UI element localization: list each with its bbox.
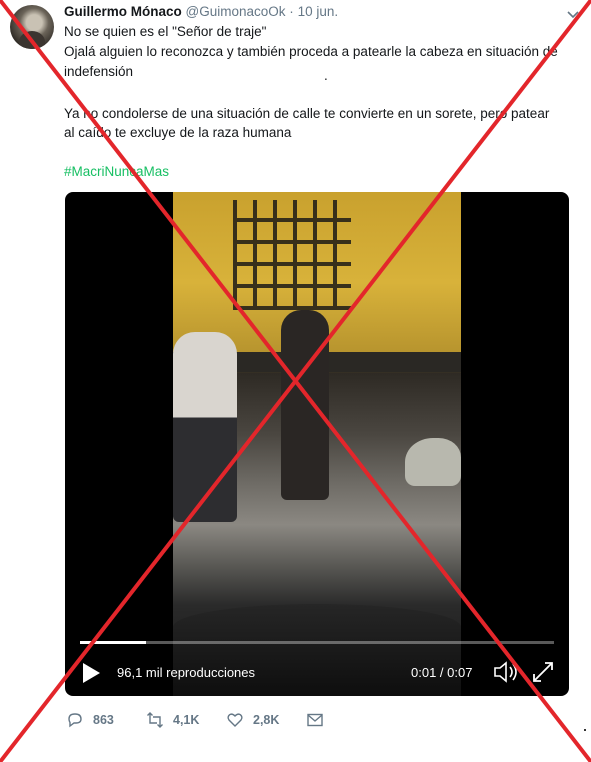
tweet-text-line-3: indefensión: [64, 64, 134, 79]
tweet-text-line-2: Ojalá alguien lo reconozca y también pro…: [64, 44, 558, 59]
display-name[interactable]: Guillermo Mónaco: [64, 4, 182, 19]
handle[interactable]: @GuimonacoOk: [186, 4, 286, 19]
tweet: Guillermo Mónaco @GuimonacoOk · 10 jun. …: [0, 0, 591, 762]
video-frame: [173, 192, 461, 696]
retweet-button[interactable]: 4,1K: [146, 710, 199, 730]
message-icon: [307, 713, 323, 727]
separator: ·: [289, 4, 294, 19]
window-grill: [233, 200, 351, 310]
volume-icon[interactable]: [493, 660, 519, 684]
tweet-text-line-1: No se quien es el "Señor de traje": [64, 24, 267, 39]
tweet-text-line-4: Ya no condolerse de una situación de cal…: [64, 106, 550, 121]
fullscreen-icon[interactable]: [531, 660, 555, 684]
avatar[interactable]: [10, 5, 54, 49]
person-on-ground: [405, 438, 461, 486]
reply-icon: [68, 713, 82, 728]
view-count: 96,1 mil reproducciones: [117, 665, 256, 680]
tweet-text-dot: .: [324, 68, 328, 83]
stray-mark: [584, 729, 586, 731]
reply-button[interactable]: 863: [66, 710, 114, 730]
person-suit: [281, 310, 329, 500]
like-count: 2,8K: [253, 713, 280, 727]
tweet-text-line-5: al caído te excluye de la raza humana: [64, 125, 292, 140]
retweet-icon: [147, 712, 163, 728]
retweet-count: 4,1K: [173, 713, 200, 727]
caret-down-icon[interactable]: [566, 8, 580, 22]
play-icon[interactable]: [81, 662, 101, 684]
video-progress-bar[interactable]: [80, 641, 554, 644]
video-controls: 96,1 mil reproducciones 0:01 / 0:07: [65, 652, 569, 692]
hashtag-link[interactable]: #MacriNuncaMas: [64, 162, 169, 181]
like-icon: [227, 713, 243, 727]
message-button[interactable]: [306, 710, 333, 730]
like-button[interactable]: 2,8K: [226, 710, 279, 730]
video-time: 0:01 / 0:07: [411, 665, 473, 680]
video-player[interactable]: 96,1 mil reproducciones 0:01 / 0:07: [65, 192, 569, 696]
tweet-date[interactable]: 10 jun.: [298, 4, 339, 19]
tweet-header: Guillermo Mónaco @GuimonacoOk · 10 jun.: [64, 4, 338, 19]
video-progress-fill: [80, 641, 147, 644]
person-shirt: [173, 332, 237, 522]
reply-count: 863: [93, 713, 114, 727]
